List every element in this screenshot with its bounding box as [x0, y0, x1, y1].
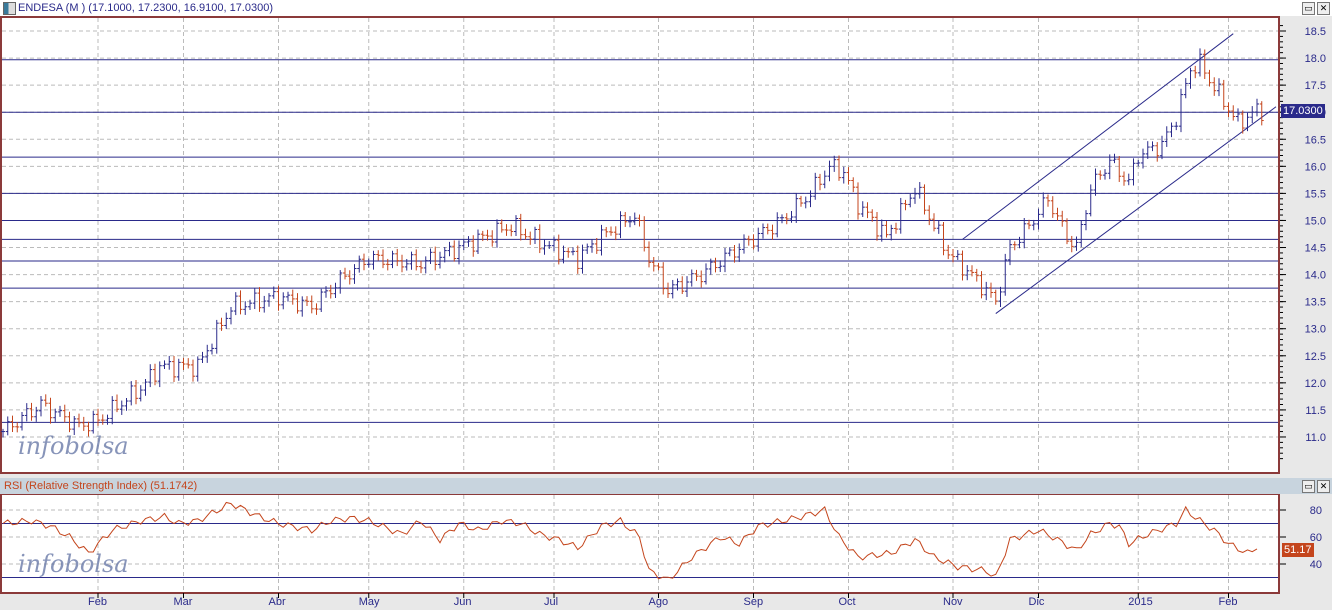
y-tick-label: 12.5 — [1305, 351, 1326, 363]
y-tick-label: 16.5 — [1305, 134, 1326, 146]
y-tick-label: 18.5 — [1305, 26, 1326, 38]
x-tick-label: Feb — [1219, 596, 1238, 608]
y-tick-label: 13.0 — [1305, 324, 1326, 336]
rsi-infobolsa-watermark: infobolsa — [18, 550, 129, 578]
x-tick-label: Abr — [269, 596, 286, 608]
x-tick-label: 2015 — [1128, 596, 1152, 608]
chart-window-icon — [3, 2, 16, 15]
y-tick-label: 13.5 — [1305, 297, 1326, 309]
x-axis-corner — [1280, 594, 1332, 610]
x-tick-label: Jun — [454, 596, 472, 608]
rsi-y-tick-label: 80 — [1310, 505, 1322, 517]
rsi-panel-header: RSI (Relative Strength Index) (51.1742) … — [0, 478, 1332, 494]
price-panel-title: ENDESA (M ) (17.1000, 17.2300, 16.9100, … — [18, 2, 273, 14]
rsi-chart: Feb Mar Abr May Jun Jul Ago Sep Oct Nov Dic 2015 Feb… — [0, 494, 1332, 610]
y-tick-label: 14.5 — [1305, 243, 1326, 255]
last-price-badge: 17.0300 — [1281, 104, 1325, 118]
y-tick-label: 16.0 — [1305, 161, 1326, 173]
y-tick-label: 14.0 — [1305, 270, 1326, 282]
x-tick-label: Oct — [839, 596, 856, 608]
price-chart: 18.518.017.517.016.516.015.515.014.514.0… — [0, 16, 1326, 474]
rsi-minimize-button[interactable]: ▭ — [1302, 480, 1315, 493]
y-tick-label: 12.0 — [1305, 378, 1326, 390]
y-tick-label: 17.5 — [1305, 80, 1326, 92]
infobolsa-watermark: infobolsa — [18, 432, 129, 460]
y-tick-label: 15.0 — [1305, 215, 1326, 227]
rsi-close-button[interactable]: ✕ — [1317, 480, 1330, 493]
y-tick-label: 18.0 — [1305, 53, 1326, 65]
y-tick-label: 11.5 — [1305, 405, 1326, 417]
rsi-plot-area — [0, 494, 1280, 594]
last-rsi-badge: 51.17 — [1282, 543, 1314, 557]
rsi-panel-title: RSI (Relative Strength Index) (51.1742) — [4, 480, 198, 492]
rsi-y-tick-label: 40 — [1310, 559, 1322, 571]
minimize-button[interactable]: ▭ — [1302, 2, 1315, 15]
close-button[interactable]: ✕ — [1317, 2, 1330, 15]
y-tick-label: 15.5 — [1305, 188, 1326, 200]
x-tick-label: Dic — [1029, 596, 1045, 608]
price-panel-header: ENDESA (M ) (17.1000, 17.2300, 16.9100, … — [0, 0, 1332, 16]
y-tick-label: 11.0 — [1305, 432, 1326, 444]
x-tick-label: May — [359, 596, 380, 608]
x-tick-label: Jul — [544, 596, 558, 608]
x-tick-label: Feb — [88, 596, 107, 608]
